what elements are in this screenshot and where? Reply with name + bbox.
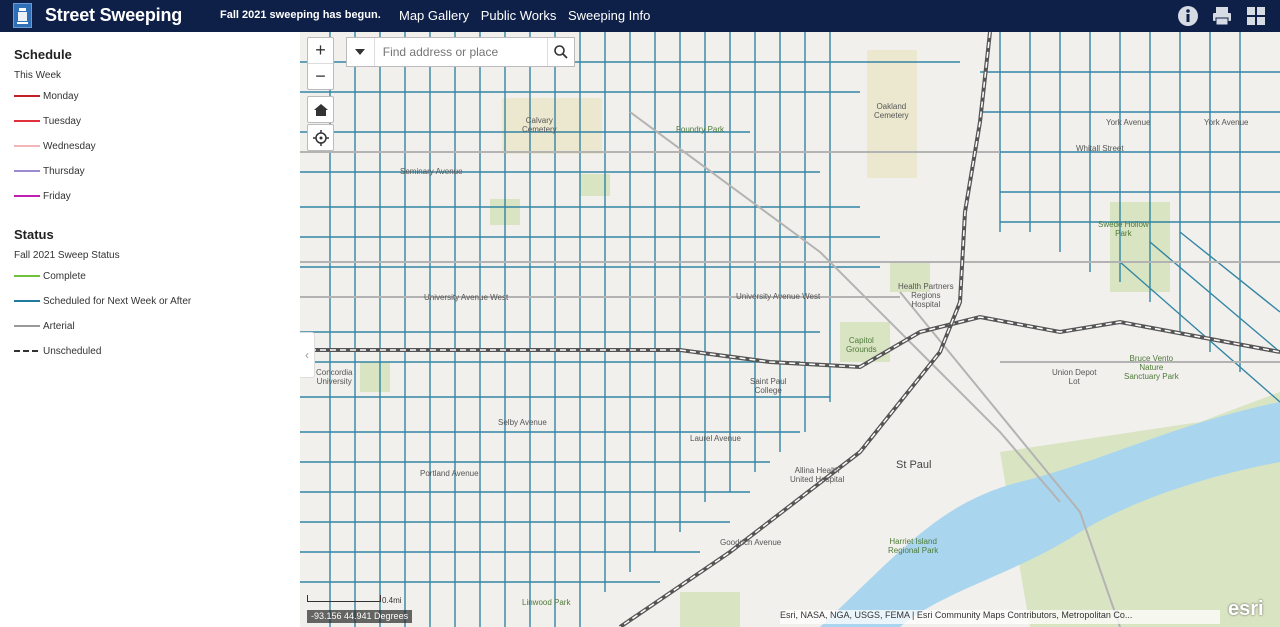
app-header: Street Sweeping Fall 2021 sweeping has b… xyxy=(0,0,1280,32)
legend-label: Wednesday xyxy=(43,140,96,152)
legend-item-wednesday: Wednesday xyxy=(14,139,96,153)
map-view[interactable]: Calvary Cemetery Oakland Cemetery Foundry … xyxy=(300,32,1280,627)
legend-swatch xyxy=(14,325,40,327)
map-label-goodrich: Goodrich Avenue xyxy=(720,538,782,547)
legend-swatch xyxy=(14,300,40,302)
map-label-seminary: Seminary Avenue xyxy=(400,167,463,176)
legend-swatch xyxy=(14,350,38,352)
map-attribution: Esri, NASA, NGA, USGS, FEMA | Esri Commu… xyxy=(780,610,1220,624)
nav-link-sweeping-info[interactable]: Sweeping Info xyxy=(568,8,650,23)
address-search xyxy=(346,37,575,67)
legend-label: Monday xyxy=(43,90,79,102)
status-group-label: Fall 2021 Sweep Status xyxy=(14,250,120,261)
legend-label: Friday xyxy=(43,190,71,202)
legend-panel: Schedule This Week Monday Tuesday Wednes… xyxy=(0,32,300,627)
legend-swatch xyxy=(14,120,40,122)
legend-item-thursday: Thursday xyxy=(14,164,85,178)
map-label-york: York Avenue xyxy=(1106,118,1151,127)
map-label-whitall: Whitall Street xyxy=(1076,144,1124,153)
coordinate-readout: -93.156 44.941 Degrees xyxy=(307,610,413,623)
legend-item-tuesday: Tuesday xyxy=(14,114,81,128)
scale-bar xyxy=(307,595,381,602)
legend-item-unscheduled: Unscheduled xyxy=(14,344,101,358)
header-tools xyxy=(1176,4,1268,28)
legend-swatch xyxy=(14,195,40,197)
legend-label: Thursday xyxy=(43,165,85,177)
chevron-left-icon: ‹ xyxy=(305,348,309,362)
legend-label: Arterial xyxy=(43,320,75,332)
legend-swatch xyxy=(14,275,40,277)
map-label-laurel: Laurel Avenue xyxy=(690,434,742,443)
search-button[interactable] xyxy=(547,38,574,66)
schedule-group-label: This Week xyxy=(14,70,62,81)
header-nav: Map Gallery Public Works Sweeping Info xyxy=(399,8,658,23)
legend-label: Tuesday xyxy=(43,115,81,127)
map-label-allina: Allina Health United Hospital xyxy=(790,466,845,484)
map-label-capitol: Capitol Grounds xyxy=(846,336,877,354)
scale-label: 0.4mi xyxy=(382,596,402,605)
app-title: Street Sweeping xyxy=(45,5,183,25)
apps-grid-icon[interactable] xyxy=(1244,4,1268,28)
map-label-university-w2: University Avenue West xyxy=(736,292,821,301)
map-label-bruce-vento: Bruce Vento Nature Sanctuary Park xyxy=(1124,354,1179,381)
schedule-title: Schedule xyxy=(14,47,72,62)
map-label-york2: York Avenue xyxy=(1204,118,1249,127)
status-title: Status xyxy=(14,227,54,242)
zoom-control: + − xyxy=(307,37,334,90)
map-label-union-depot: Union Depot Lot xyxy=(1052,368,1097,386)
search-input[interactable] xyxy=(374,38,548,66)
zoom-in-button[interactable]: + xyxy=(308,38,333,64)
search-source-dropdown[interactable] xyxy=(347,38,375,66)
chevron-down-icon xyxy=(355,49,366,55)
legend-item-arterial: Arterial xyxy=(14,319,75,333)
map-label-linwood: Linwood Park xyxy=(522,598,571,607)
map-label-oakland: Oakland Cemetery xyxy=(874,102,909,120)
esri-logo: esri xyxy=(1228,598,1264,620)
legend-item-friday: Friday xyxy=(14,189,71,203)
map-label-portland: Portland Avenue xyxy=(420,469,479,478)
home-icon xyxy=(313,103,328,116)
map-label-foundry: Foundry Park xyxy=(676,125,725,134)
map-label-university-w: University Avenue West xyxy=(424,293,509,302)
search-icon xyxy=(554,45,568,59)
nav-link-public-works[interactable]: Public Works xyxy=(481,8,557,23)
city-logo-icon xyxy=(13,3,32,28)
legend-swatch xyxy=(14,95,40,97)
map-label-concordia: Concordia University xyxy=(316,368,353,386)
map-label-calvary: Calvary Cemetery xyxy=(522,116,557,134)
map-label-st-paul: St Paul xyxy=(896,459,932,471)
legend-item-scheduled: Scheduled for Next Week or After xyxy=(14,294,191,308)
legend-label: Complete xyxy=(43,270,86,282)
nav-link-map-gallery[interactable]: Map Gallery xyxy=(399,8,469,23)
locate-icon xyxy=(312,129,329,146)
map-label-swede-hollow: Swede Hollow Park xyxy=(1098,220,1149,238)
legend-swatch xyxy=(14,170,40,172)
map-label-saint-paul-college: Saint Paul College xyxy=(750,377,787,395)
legend-swatch xyxy=(14,145,40,147)
collapse-panel-button[interactable]: ‹ xyxy=(300,332,315,378)
info-icon[interactable] xyxy=(1176,4,1200,28)
map-label-selby: Selby Avenue xyxy=(498,418,547,427)
zoom-out-button[interactable]: − xyxy=(308,64,333,89)
print-icon[interactable] xyxy=(1210,4,1234,28)
map-label-harriet: Harriet Island Regional Park xyxy=(888,537,939,555)
header-subtitle: Fall 2021 sweeping has begun. xyxy=(220,9,381,21)
legend-item-monday: Monday xyxy=(14,89,79,103)
map-label-health: Health Partners Regions Hospital xyxy=(898,282,954,309)
legend-item-complete: Complete xyxy=(14,269,86,283)
legend-label: Unscheduled xyxy=(43,345,102,357)
legend-label: Scheduled for Next Week or After xyxy=(43,295,192,307)
locate-button[interactable] xyxy=(307,124,334,151)
home-button[interactable] xyxy=(307,96,334,123)
